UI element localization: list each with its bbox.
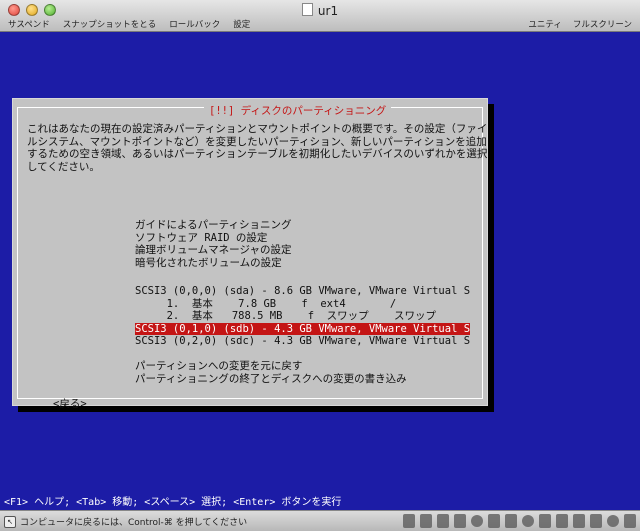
release-hint-text: コンピュータに戻るには、Control-⌘ を押してください bbox=[20, 518, 248, 528]
menu-lvm[interactable]: 論理ボリュームマネージャの設定 bbox=[135, 244, 291, 257]
disk-sda[interactable]: SCSI3 (0,0,0) (sda) - 8.6 GB VMware, VMw… bbox=[135, 285, 470, 298]
disk-sdc[interactable]: SCSI3 (0,2,0) (sdc) - 4.3 GB VMware, VMw… bbox=[135, 335, 470, 348]
device-tray bbox=[403, 514, 636, 528]
description-line: してください。 bbox=[27, 160, 100, 173]
partition-dialog: [!!] ディスクのパーティショニング これはあなたの現在の設定済みパーティショ… bbox=[12, 98, 488, 410]
window-title-text: ur1 bbox=[317, 4, 339, 18]
rollback-button[interactable]: ロールバック bbox=[169, 18, 220, 30]
fullscreen-button[interactable]: フルスクリーン bbox=[573, 18, 632, 30]
hard-disk-icon[interactable] bbox=[403, 514, 415, 528]
printer-icon[interactable] bbox=[505, 514, 517, 528]
vm-toolbar: サスペンド スナップショットをとる ロールバック 設定 ユニティ フルスクリーン bbox=[0, 17, 640, 31]
description-line: これはあなたの現在の設定済みパーティションとマウントポイントの概要です。その設定… bbox=[27, 123, 488, 135]
sound-icon[interactable] bbox=[488, 514, 500, 528]
menu-guided-partitioning[interactable]: ガイドによるパーティショニング bbox=[135, 219, 292, 232]
usb-device-icon[interactable] bbox=[573, 514, 585, 528]
pointer-icon: ↖ bbox=[4, 515, 16, 528]
settings-button[interactable]: 設定 bbox=[233, 18, 250, 30]
cd-rom-icon[interactable] bbox=[471, 515, 483, 527]
window-titlebar: ur1 サスペンド スナップショットをとる ロールバック 設定 ユニティ フルス… bbox=[0, 0, 640, 32]
network-icon[interactable] bbox=[420, 514, 432, 528]
finish-partitioning-option[interactable]: パーティショニングの終了とディスクへの変更の書き込み bbox=[135, 373, 407, 386]
description-line: するための空き領域、あるいはパーティションテーブルを初期化したいデバイスのいずれ… bbox=[27, 148, 488, 160]
disk-sdb-selected[interactable]: SCSI3 (0,1,0) (sdb) - 4.3 GB VMware, VMw… bbox=[135, 322, 471, 335]
floppy-icon[interactable] bbox=[539, 514, 551, 528]
resize-grip-icon[interactable] bbox=[624, 514, 636, 528]
menu-encrypted-volumes[interactable]: 暗号化されたボリュームの設定 bbox=[135, 257, 282, 270]
shared-folder-icon[interactable] bbox=[556, 514, 568, 528]
camera-icon[interactable] bbox=[590, 514, 602, 528]
vm-bottom-bar: ↖ コンピュータに戻るには、Control-⌘ を押してください bbox=[0, 510, 640, 531]
partition-sda2[interactable]: 2. 基本 788.5 MB f スワップ スワップ bbox=[135, 310, 436, 323]
menu-software-raid[interactable]: ソフトウェア RAID の設定 bbox=[135, 232, 267, 245]
usb-icon[interactable] bbox=[454, 514, 466, 528]
vm-screen: [!!] ディスクのパーティショニング これはあなたの現在の設定済みパーティショ… bbox=[0, 32, 640, 510]
snapshot-button[interactable]: スナップショットをとる bbox=[63, 18, 157, 30]
partition-sda1[interactable]: 1. 基本 7.8 GB f ext4 / bbox=[135, 298, 397, 311]
back-button[interactable]: <戻る> bbox=[53, 398, 87, 411]
settings-wheel-icon[interactable] bbox=[607, 515, 619, 527]
unity-button[interactable]: ユニティ bbox=[528, 18, 562, 30]
suspend-button[interactable]: サスペンド bbox=[8, 18, 50, 30]
installer-status-line: <F1> ヘルプ; <Tab> 移動; <スペース> 選択; <Enter> ボ… bbox=[4, 497, 342, 508]
release-hint: ↖ コンピュータに戻るには、Control-⌘ を押してください bbox=[4, 515, 247, 528]
dialog-description: これはあなたの現在の設定済みパーティションとマウントポイントの概要です。その設定… bbox=[27, 123, 487, 173]
bluetooth-icon[interactable] bbox=[437, 514, 449, 528]
undo-changes-option[interactable]: パーティションへの変更を元に戻す bbox=[135, 360, 302, 373]
dialog-title: [!!] ディスクのパーティショニング bbox=[204, 105, 392, 118]
description-line: ルシステム、マウントポイントなど）を変更したいパーティション、新しいパーティショ… bbox=[27, 135, 487, 148]
window-title: ur1 bbox=[0, 3, 640, 18]
document-icon bbox=[301, 3, 313, 16]
webcam-icon[interactable] bbox=[522, 515, 534, 527]
